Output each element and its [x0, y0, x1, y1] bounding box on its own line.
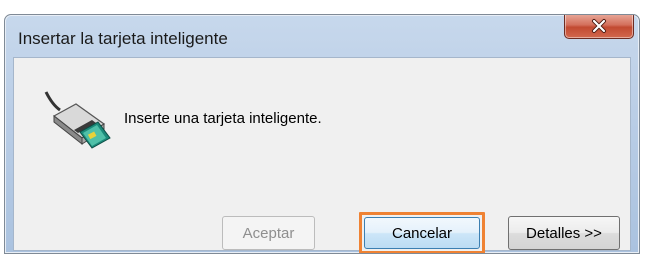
cancel-button[interactable]: Cancelar: [359, 212, 485, 253]
smart-card-reader-icon: [40, 86, 112, 158]
accept-button[interactable]: Aceptar: [222, 216, 315, 250]
close-button[interactable]: [564, 15, 634, 39]
dialog-body: Inserte una tarjeta inteligente. Aceptar…: [13, 57, 631, 253]
cancel-button-label: Cancelar: [364, 217, 480, 249]
window-title: Insertar la tarjeta inteligente: [18, 29, 228, 48]
instruction-text: Inserte una tarjeta inteligente.: [124, 110, 322, 127]
dialog-window: Insertar la tarjeta inteligente Inserte …: [4, 14, 640, 254]
title-bar[interactable]: Insertar la tarjeta inteligente: [5, 15, 639, 57]
details-button[interactable]: Detalles >>: [508, 216, 620, 250]
close-icon: [592, 19, 606, 33]
